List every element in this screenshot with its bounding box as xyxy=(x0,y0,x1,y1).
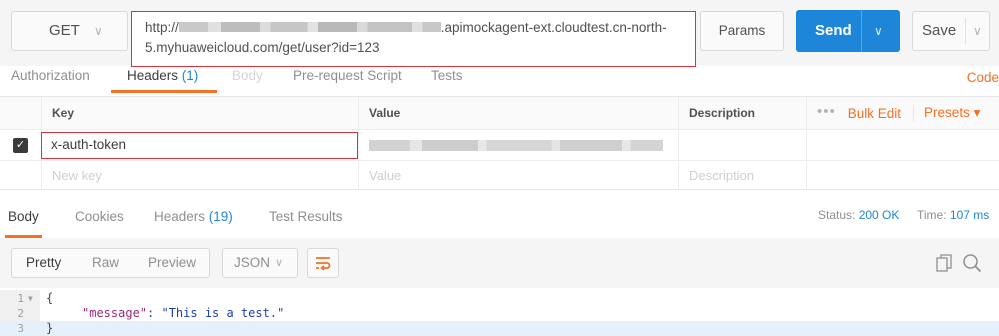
code-line-active: 3 } xyxy=(0,321,999,336)
bulk-edit-link[interactable]: Bulk Edit xyxy=(848,106,901,121)
row-options-cell xyxy=(806,130,999,160)
new-row-check-cell xyxy=(0,161,41,189)
code-text: { xyxy=(46,291,54,305)
method-dropdown[interactable]: GET ∨ xyxy=(11,11,128,51)
tab-headers[interactable]: Headers (1) xyxy=(127,68,198,83)
chevron-down-icon: ∨ xyxy=(275,257,284,269)
tab-response-body[interactable]: Body xyxy=(8,209,39,224)
time-readout: Time: 107 ms xyxy=(917,208,990,222)
new-row-options-cell xyxy=(806,161,999,189)
json-string: "This is a test." xyxy=(161,306,285,320)
tab-test-results[interactable]: Test Results xyxy=(269,209,343,224)
preview-button[interactable]: Preview xyxy=(148,249,196,277)
new-value-input[interactable]: Value xyxy=(358,161,678,189)
status-value: 200 OK xyxy=(858,208,900,222)
save-label: Save xyxy=(922,22,957,39)
row-value-cell[interactable] xyxy=(358,130,678,160)
tab-cookies[interactable]: Cookies xyxy=(75,209,124,224)
headers-count: (1) xyxy=(181,68,199,83)
code-line: 2 "message": "This is a test." xyxy=(0,306,999,321)
redacted-host xyxy=(178,22,441,33)
method-label: GET xyxy=(49,22,80,39)
request-tabs: Authorization Headers (1) Body Pre-reque… xyxy=(0,66,999,94)
request-bar: GET ∨ http://.apimockagent-ext.cloudtest… xyxy=(0,0,999,67)
header-check-cell xyxy=(0,97,41,129)
status-readout: Status: 200 OK xyxy=(818,208,900,222)
line-number: 2 xyxy=(17,307,24,320)
tab-prerequest-script[interactable]: Pre-request Script xyxy=(293,68,402,83)
options-divider xyxy=(913,104,915,122)
row-check-cell: ✓ xyxy=(0,130,41,160)
redacted-token-value xyxy=(369,139,663,151)
tab-authorization[interactable]: Authorization xyxy=(11,68,90,83)
table-options: ••• Bulk Edit Presets ▾ xyxy=(806,97,999,129)
wrap-lines-button[interactable] xyxy=(307,248,339,278)
format-label: JSON xyxy=(234,255,271,270)
header-key-input[interactable]: x-auth-token xyxy=(41,132,358,159)
url-line-2: 5.myhuaweicloud.com/get/user?id=123 xyxy=(145,40,380,55)
url-line-1: http://.apimockagent-ext.cloudtest.cn-no… xyxy=(145,20,667,35)
wrap-lines-icon xyxy=(316,257,331,271)
json-key: "message" xyxy=(82,306,148,320)
table-header-row: Key Value Description ••• Bulk Edit Pres… xyxy=(0,97,999,130)
copy-icon[interactable] xyxy=(936,254,952,272)
send-label: Send xyxy=(815,22,852,39)
params-button[interactable]: Params xyxy=(700,11,784,51)
presets-dropdown[interactable]: Presets ▾ xyxy=(924,105,980,121)
fold-arrow-icon[interactable]: ▼ xyxy=(28,291,33,306)
search-icon[interactable] xyxy=(962,253,982,273)
response-headers-count: (19) xyxy=(208,209,233,224)
response-tabs: Body Cookies Headers (19) Test Results S… xyxy=(0,205,999,238)
save-button[interactable]: Save ∨ xyxy=(912,11,990,51)
chevron-down-icon: ∨ xyxy=(94,24,103,38)
pretty-button[interactable]: Pretty xyxy=(26,249,61,277)
row-description-cell[interactable] xyxy=(678,130,806,160)
code-text: "message": "This is a test." xyxy=(82,306,285,320)
tab-body: Body xyxy=(232,68,263,83)
more-dots-icon[interactable]: ••• xyxy=(817,103,836,120)
code-line: 1 ▼ { xyxy=(0,291,999,306)
chevron-down-icon[interactable]: ∨ xyxy=(874,10,883,52)
view-mode-group: Pretty Raw Preview xyxy=(11,248,210,278)
column-value: Value xyxy=(358,97,678,129)
tab-response-headers[interactable]: Headers (19) xyxy=(154,209,233,224)
new-header-row: New key Value Description xyxy=(0,161,999,190)
column-description: Description xyxy=(678,97,806,129)
line-number: 3 xyxy=(17,322,24,335)
code-link[interactable]: Code xyxy=(967,70,999,85)
send-button[interactable]: Send ∨ xyxy=(796,10,900,52)
chevron-down-icon[interactable]: ∨ xyxy=(973,12,982,50)
column-key: Key xyxy=(41,97,358,129)
response-body-editor[interactable]: 1 ▼ { 2 "message": "This is a test." 3 } xyxy=(0,290,999,336)
format-dropdown[interactable]: JSON ∨ xyxy=(222,248,298,278)
new-description-input[interactable]: Description xyxy=(678,161,806,189)
headers-table: Key Value Description ••• Bulk Edit Pres… xyxy=(0,96,999,190)
new-key-input[interactable]: New key xyxy=(41,161,358,189)
code-text: } xyxy=(46,321,54,335)
save-divider xyxy=(965,18,966,44)
url-input[interactable]: http://.apimockagent-ext.cloudtest.cn-no… xyxy=(131,11,696,67)
active-tab-indicator xyxy=(111,90,217,93)
tab-tests[interactable]: Tests xyxy=(431,68,463,83)
line-number: 1 xyxy=(17,292,24,305)
response-toolbar: Pretty Raw Preview JSON ∨ xyxy=(0,238,999,288)
time-value: 107 ms xyxy=(949,208,990,222)
send-divider xyxy=(861,10,862,52)
raw-button[interactable]: Raw xyxy=(92,249,119,277)
checkbox-icon[interactable]: ✓ xyxy=(13,137,28,153)
